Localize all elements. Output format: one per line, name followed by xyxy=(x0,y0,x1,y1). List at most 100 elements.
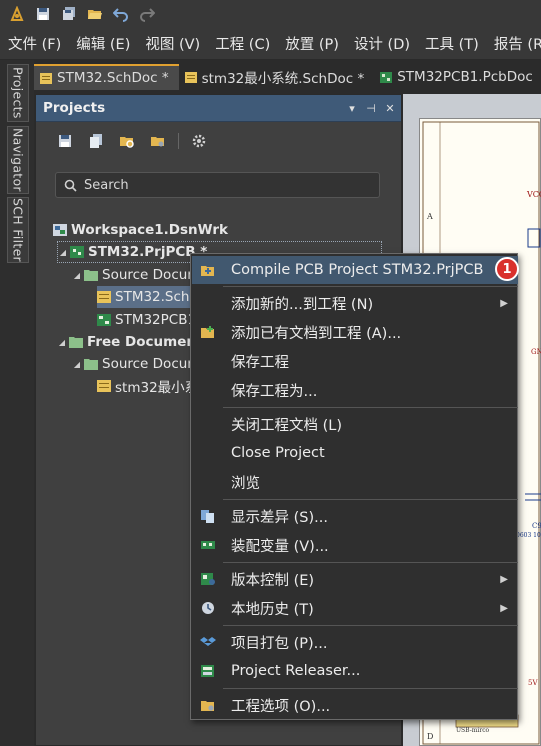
menu-item-close-project[interactable]: Close Project xyxy=(192,439,518,467)
panel-close-icon[interactable]: ✕ xyxy=(382,102,398,115)
schdoc-icon xyxy=(97,291,111,303)
panel-title: Projects xyxy=(43,100,106,116)
menu-item-close-project-documents[interactable]: 关闭工程文档 (L) xyxy=(192,410,518,438)
expand-arrow-icon: ◢ xyxy=(73,359,81,369)
svg-text:GN: GN xyxy=(531,348,541,356)
search-input[interactable]: Search xyxy=(55,172,380,198)
side-tab-navigator[interactable]: Navigator xyxy=(7,126,29,194)
tree-free-documents[interactable]: ◢ Free Documents xyxy=(57,331,211,353)
pcbdoc-icon xyxy=(380,71,393,83)
menu-item-compile-pcb-project[interactable]: Compile PCB Project STM32.PrjPCB xyxy=(192,256,518,284)
project-options-icon xyxy=(201,701,214,711)
save-icon[interactable] xyxy=(32,3,54,25)
menu-item-show-differences[interactable]: 显示差异 (S)... xyxy=(192,502,518,530)
schdoc-icon xyxy=(184,71,197,83)
menu-project[interactable]: 工程 (C) xyxy=(215,33,270,54)
tab-stm32-min-schdoc[interactable]: stm32最小系统.SchDoc * xyxy=(179,64,375,90)
submenu-arrow-icon: ▶ xyxy=(500,602,508,614)
document-tabs: STM32.SchDoc * stm32最小系统.SchDoc * STM32P… xyxy=(34,62,541,90)
tree-doc-free-schdoc[interactable]: stm32最小系 xyxy=(97,375,198,397)
tab-stm32-schdoc[interactable]: STM32.SchDoc * xyxy=(34,64,179,90)
menu-item-save-project[interactable]: 保存工程 xyxy=(192,347,518,375)
save-all-icon[interactable] xyxy=(58,3,80,25)
panel-header: Projects ▾ ⊣ ✕ xyxy=(36,95,401,122)
submenu-arrow-icon: ▶ xyxy=(500,297,508,309)
svg-text:USB-mirco: USB-mirco xyxy=(456,727,490,734)
svg-text:0603 10: 0603 10 xyxy=(516,532,541,539)
menu-design[interactable]: 设计 (D) xyxy=(354,33,410,54)
side-tab-projects[interactable]: Projects xyxy=(7,64,29,122)
menu-item-add-existing-to-project[interactable]: 添加已有文档到工程 (A)... xyxy=(192,318,518,346)
menu-separator xyxy=(223,499,518,500)
menu-item-local-history[interactable]: 本地历史 (T) ▶ xyxy=(192,594,518,622)
menu-edit[interactable]: 编辑 (E) xyxy=(76,33,130,54)
workspace-icon xyxy=(53,224,67,236)
menu-item-version-control[interactable]: 版本控制 (E) ▶ xyxy=(192,565,518,593)
expand-arrow-icon: ◢ xyxy=(59,247,67,257)
toolbar-divider xyxy=(178,133,179,149)
expand-arrow-icon: ◢ xyxy=(58,337,66,347)
menu-separator xyxy=(223,562,518,563)
menu-item-save-project-as[interactable]: 保存工程为... xyxy=(192,376,518,404)
compile-icon xyxy=(201,266,214,276)
folder-icon xyxy=(69,337,83,348)
version-control-icon xyxy=(201,573,215,585)
folder-icon xyxy=(84,359,98,370)
svg-text:A: A xyxy=(426,212,433,221)
menu-item-explore[interactable]: 浏览 xyxy=(192,468,518,496)
menu-tools[interactable]: 工具 (T) xyxy=(425,33,479,54)
pcb-project-icon xyxy=(70,246,84,258)
project-context-menu: Compile PCB Project STM32.PrjPCB 添加新的...… xyxy=(190,253,518,720)
project-releaser-icon xyxy=(201,665,214,677)
menu-item-project-releaser[interactable]: Project Releaser... xyxy=(192,657,518,685)
svg-text:5V: 5V xyxy=(528,679,538,687)
expand-arrow-icon: ◢ xyxy=(73,270,81,280)
submenu-arrow-icon: ▶ xyxy=(500,573,508,585)
schdoc-icon xyxy=(40,72,52,84)
folder-settings-icon[interactable] xyxy=(147,130,169,152)
menu-separator xyxy=(223,688,518,689)
add-existing-icon xyxy=(201,326,214,338)
app-logo-icon[interactable] xyxy=(6,3,28,25)
panel-pin-icon[interactable]: ⊣ xyxy=(363,102,379,115)
folder-search-icon[interactable] xyxy=(116,130,138,152)
tree-doc-stm32-schdoc[interactable]: STM32.SchD xyxy=(97,286,200,308)
tree-source-documents[interactable]: ◢ Source Docum xyxy=(72,264,201,286)
tree-doc-pcbdoc[interactable]: STM32PCB1 xyxy=(97,309,196,331)
undo-icon[interactable] xyxy=(110,3,132,25)
side-panel-tabs: Projects Navigator SCH Filter xyxy=(0,60,34,746)
quick-access-toolbar xyxy=(0,0,541,28)
menu-item-project-packager[interactable]: 项目打包 (P)... xyxy=(192,628,518,656)
menu-view[interactable]: 视图 (V) xyxy=(145,33,200,54)
panel-toolbar xyxy=(36,122,401,160)
save-icon[interactable] xyxy=(54,130,76,152)
menu-item-variants[interactable]: 装配变量 (V)... xyxy=(192,531,518,559)
tree-source-documents-free[interactable]: ◢ Source Docum xyxy=(72,353,201,375)
tab-stm32pcb1-pcbdoc[interactable]: STM32PCB1.PcbDoc xyxy=(374,64,541,90)
gear-icon[interactable] xyxy=(188,130,210,152)
project-packager-icon xyxy=(200,637,216,646)
app-window: 文件 (F) 编辑 (E) 视图 (V) 工程 (C) 放置 (P) 设计 (D… xyxy=(0,0,541,746)
menu-file[interactable]: 文件 (F) xyxy=(8,33,61,54)
local-history-icon xyxy=(202,602,214,614)
tree-workspace[interactable]: Workspace1.DsnWrk xyxy=(53,219,228,241)
menu-place[interactable]: 放置 (P) xyxy=(285,33,339,54)
open-folder-icon[interactable] xyxy=(84,3,106,25)
side-tab-sch-filter[interactable]: SCH Filter xyxy=(7,197,29,263)
show-differences-icon xyxy=(201,510,214,523)
svg-text:VCC: VCC xyxy=(526,190,541,199)
search-icon xyxy=(64,179,77,192)
menu-separator xyxy=(223,286,518,287)
menu-separator xyxy=(223,407,518,408)
pcbdoc-icon xyxy=(97,314,111,326)
menu-item-add-new-to-project[interactable]: 添加新的...到工程 (N) ▶ xyxy=(192,289,518,317)
svg-text:D: D xyxy=(427,732,433,741)
menu-reports[interactable]: 报告 (R) xyxy=(494,33,541,54)
menu-item-project-options[interactable]: 工程选项 (O)... xyxy=(192,691,518,719)
step-number-badge: 1 xyxy=(495,257,519,281)
variants-icon xyxy=(201,541,215,549)
redo-icon[interactable] xyxy=(136,3,158,25)
panel-menu-icon[interactable]: ▾ xyxy=(344,102,360,115)
copy-documents-icon[interactable] xyxy=(85,130,107,152)
menu-bar: 文件 (F) 编辑 (E) 视图 (V) 工程 (C) 放置 (P) 设计 (D… xyxy=(0,28,541,60)
